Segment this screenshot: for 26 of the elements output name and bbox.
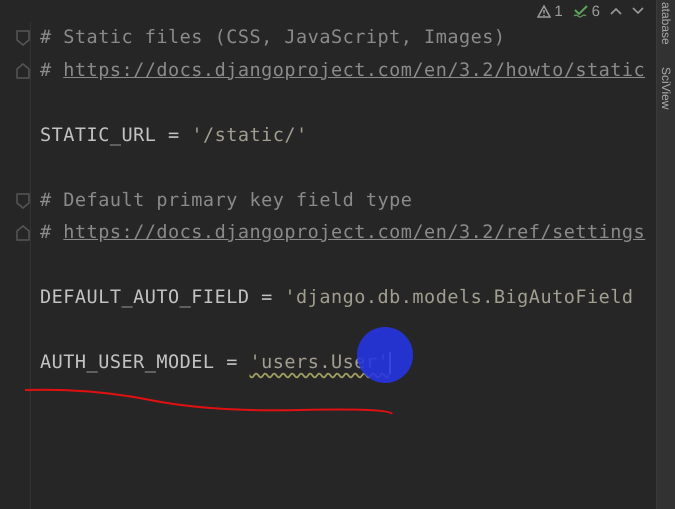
fold-marker-icon[interactable]	[16, 225, 30, 242]
comment-text: # Default primary key field type	[40, 190, 412, 210]
fold-marker-icon[interactable]	[16, 192, 30, 209]
comment-marker: #	[40, 222, 52, 243]
url-link[interactable]: https://docs.djangoproject.com/en/3.2/howto/static	[63, 60, 646, 80]
string-literal: '/static/'	[191, 124, 308, 146]
url-link[interactable]: https://docs.djangoproject.com/en/3.2/ref/settings	[63, 222, 646, 243]
operator: =	[261, 287, 273, 308]
operator: =	[168, 124, 180, 146]
warning-icon[interactable]	[537, 4, 552, 18]
weak-warning-count: 6	[592, 2, 600, 20]
fold-marker-icon[interactable]	[16, 62, 30, 79]
chevron-up-icon[interactable]	[610, 7, 622, 15]
fold-marker-icon[interactable]	[16, 30, 30, 46]
check-icon[interactable]	[572, 4, 589, 18]
comment-text: # Static files (CSS, JavaScript, Images)	[40, 27, 506, 48]
tool-window-tab[interactable]: atabase	[659, 2, 673, 45]
tool-window-tab[interactable]: SciView	[659, 66, 673, 110]
string-literal: 'django.db.models.BigAutoField	[284, 287, 634, 308]
operator: =	[226, 352, 238, 373]
comment-marker: #	[40, 60, 52, 80]
variable-name: DEFAULT_AUTO_FIELD	[40, 287, 250, 308]
warning-count: 1	[554, 2, 563, 20]
variable-name: STATIC_URL	[40, 124, 156, 146]
chevron-down-icon[interactable]	[632, 7, 644, 15]
variable-name: AUTH_USER_MODEL	[40, 352, 215, 373]
